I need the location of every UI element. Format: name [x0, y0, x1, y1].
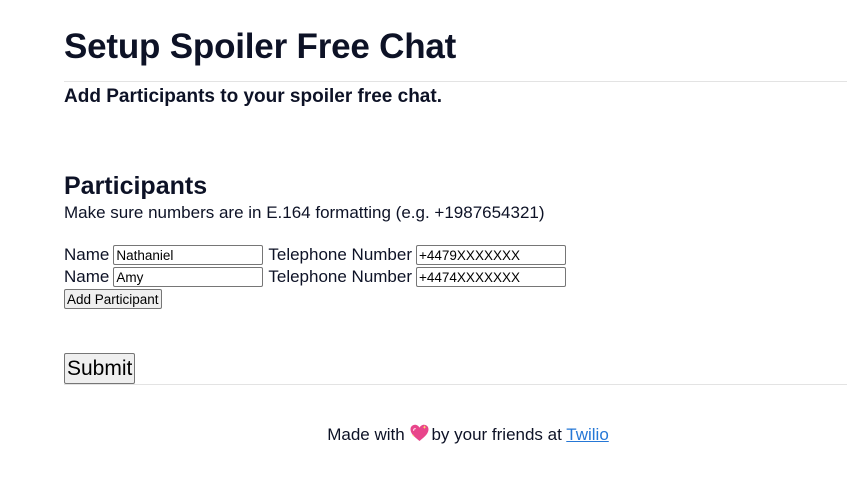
- name-label: Name: [64, 244, 110, 264]
- top-divider: [64, 81, 847, 82]
- twilio-link[interactable]: Twilio: [566, 425, 609, 444]
- name-input[interactable]: [113, 244, 264, 265]
- bottom-divider: [64, 384, 847, 385]
- page-subtitle: Add Participants to your spoiler free ch…: [64, 86, 442, 107]
- page-title: Setup Spoiler Free Chat: [64, 27, 457, 66]
- sparkling-heart-icon: [409, 423, 430, 443]
- submit-button[interactable]: Submit: [64, 353, 136, 384]
- name-label: Name: [64, 266, 110, 286]
- telephone-input[interactable]: [416, 244, 567, 265]
- participant-row: Name Telephone Number: [64, 266, 567, 287]
- telephone-label: Telephone Number: [268, 244, 413, 264]
- page: Setup Spoiler Free Chat Add Participants…: [0, 0, 847, 499]
- footer-middle: by your friends at: [431, 425, 562, 444]
- telephone-input[interactable]: [416, 266, 567, 287]
- participant-row: Name Telephone Number: [64, 244, 567, 265]
- name-input[interactable]: [113, 266, 264, 287]
- telephone-label: Telephone Number: [268, 266, 413, 286]
- footer: Made with by your friends at Twilio: [0, 423, 847, 447]
- footer-prefix: Made with: [327, 425, 405, 444]
- add-participant-button[interactable]: Add Participant: [64, 289, 162, 309]
- participants-heading: Participants: [64, 172, 208, 200]
- format-hint: Make sure numbers are in E.164 formattin…: [64, 203, 545, 222]
